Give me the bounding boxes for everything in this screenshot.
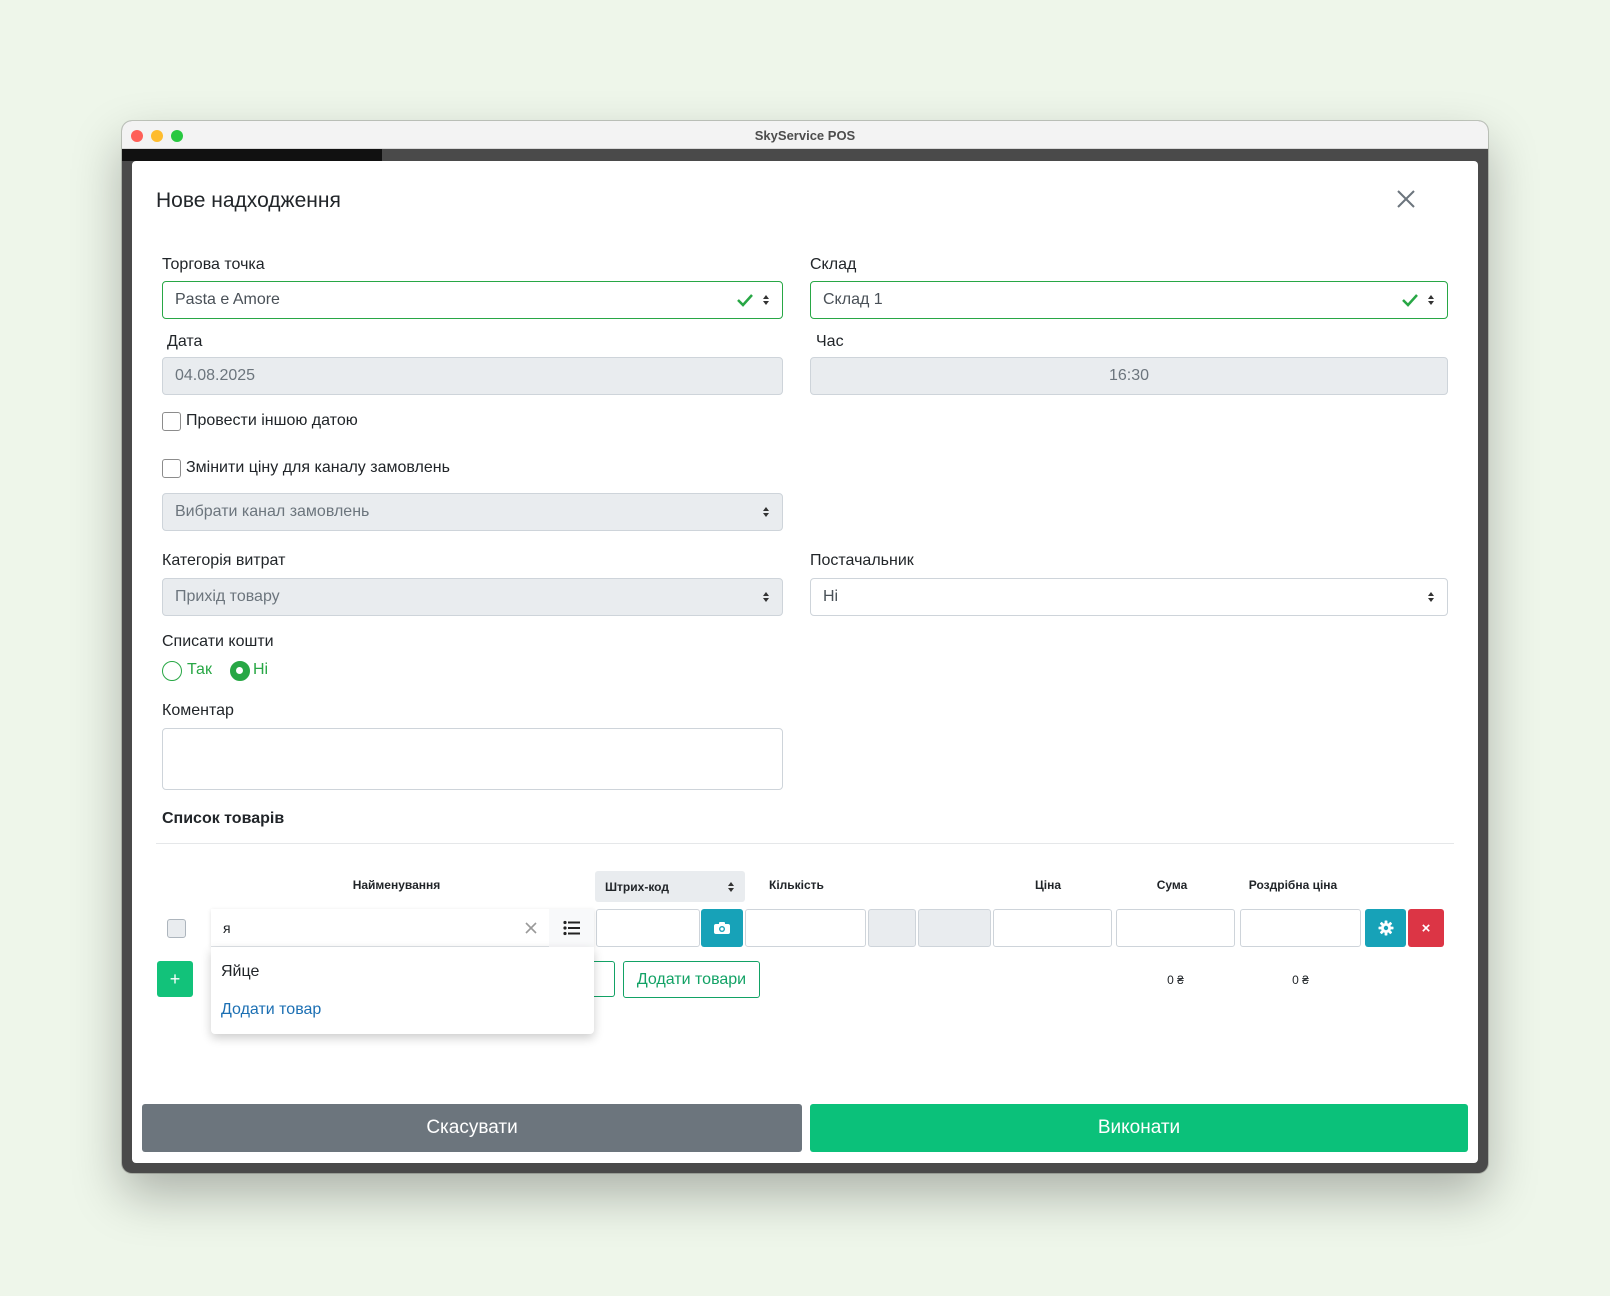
scan-barcode-button[interactable] [701,909,743,947]
hidden-select-edge[interactable] [594,961,615,997]
change-price-label: Змінити ціну для каналу замовлень [186,459,450,476]
supplier-value: Ні [823,588,839,605]
clear-search-icon[interactable] [524,921,538,935]
new-receipt-modal: Нове надходження Торгова точка Pasta e A… [132,161,1478,1163]
col-header-sum: Сума [1156,878,1188,892]
title-bar: SkyService POS [122,121,1488,149]
row-select-checkbox[interactable] [167,919,186,938]
time-input[interactable]: 16:30 [810,357,1448,395]
remove-row-button[interactable]: × [1408,909,1444,947]
change-price-checkbox[interactable] [162,459,181,478]
expense-category-value: Прихід товару [175,588,280,605]
unit-cell [868,909,916,947]
expense-category-select[interactable]: Прихід товару [162,578,783,616]
total-retail: 0 ₴ [1292,973,1309,987]
camera-icon [714,922,730,934]
write-off-no-radio[interactable] [230,661,250,681]
supplier-label: Постачальник [810,552,914,569]
add-row-button[interactable]: + [157,961,193,997]
outlet-value: Pasta e Amore [175,291,280,308]
date-value: 04.08.2025 [175,367,256,384]
close-modal-icon[interactable] [1394,187,1418,211]
warehouse-value: Склад 1 [823,291,883,308]
write-off-yes-radio[interactable] [162,661,182,681]
window-title: SkyService POS [754,128,856,143]
background-strip [122,149,382,161]
write-off-yes-label: Так [187,661,212,678]
select-arrows-icon [1428,295,1434,305]
product-search-input[interactable] [211,909,549,947]
select-arrows-icon [763,592,769,602]
other-date-label: Провести іншою датою [186,412,358,429]
comment-textarea[interactable] [162,728,783,790]
channel-select[interactable]: Вибрати канал замовлень [162,493,783,531]
add-goods-button[interactable]: Додати товари [623,961,760,998]
date-label: Дата [167,333,203,350]
warehouse-label: Склад [810,256,857,273]
gear-icon [1378,920,1393,936]
price-input[interactable] [993,909,1112,947]
col-header-barcode: Штрих-код [605,879,669,894]
check-icon [737,294,753,307]
barcode-input[interactable] [596,909,700,947]
retail-price-input[interactable] [1240,909,1361,947]
product-list-button[interactable] [549,909,594,947]
select-arrows-icon [763,295,769,305]
select-arrows-icon [1428,592,1434,602]
total-sum: 0 ₴ [1167,973,1184,987]
select-arrows-icon [763,507,769,517]
quantity-input[interactable] [745,909,866,947]
col-header-price: Ціна [1034,878,1062,892]
warehouse-select[interactable]: Склад 1 [810,281,1448,319]
comment-label: Коментар [162,702,234,719]
col-header-retail: Роздрібна ціна [1248,878,1338,892]
sum-input[interactable] [1116,909,1235,947]
col-header-barcode-select[interactable]: Штрих-код [595,871,745,902]
col-header-name: Найменування [352,878,441,892]
time-value: 16:30 [1108,367,1150,384]
date-input[interactable]: 04.08.2025 [162,357,783,395]
check-icon [1402,294,1418,307]
outlet-select[interactable]: Pasta e Amore [162,281,783,319]
add-product-link[interactable]: Додати товар [221,1001,321,1019]
list-icon [562,920,580,936]
time-label: Час [816,333,844,350]
modal-title: Нове надходження [156,189,341,212]
app-window: SkyService POS Нове надходження Торгова … [122,121,1488,1173]
suggestion-item[interactable]: Яйце [221,963,259,981]
outlet-label: Торгова точка [162,256,265,273]
expense-category-label: Категорія витрат [162,552,286,569]
col-header-qty: Кількість [769,878,824,892]
channel-placeholder: Вибрати канал замовлень [175,503,370,520]
write-off-label: Списати кошти [162,633,274,650]
product-suggestions: Яйце Додати товар [211,947,594,1034]
unit-cell-2 [918,909,991,947]
product-search [211,909,594,947]
cancel-button[interactable]: Скасувати [142,1104,802,1152]
divider [156,843,1454,844]
row-settings-button[interactable] [1365,909,1406,947]
select-arrows-icon [728,881,734,892]
supplier-select[interactable]: Ні [810,578,1448,616]
write-off-no-label: Ні [253,661,269,678]
submit-button[interactable]: Виконати [810,1104,1468,1152]
other-date-checkbox[interactable] [162,412,181,431]
products-section-title: Список товарів [162,810,285,827]
